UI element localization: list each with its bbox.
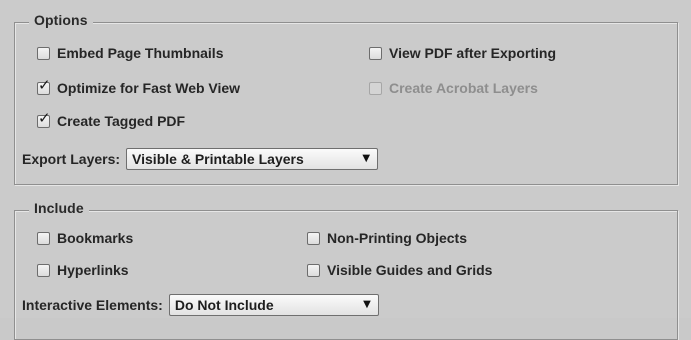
checkbox-label: Hyperlinks	[57, 262, 129, 278]
create-tagged-pdf-checkbox[interactable]: ✓ Create Tagged PDF	[37, 110, 186, 129]
dropdown-arrow-icon: ▼	[363, 299, 371, 310]
pdf-export-options-panel: Options Embed Page Thumbnails ✓ Optimize…	[0, 0, 691, 340]
create-acrobat-layers-checkbox: Create Acrobat Layers	[369, 80, 538, 96]
dropdown-arrow-icon: ▼	[362, 153, 371, 164]
options-group: Options Embed Page Thumbnails ✓ Optimize…	[14, 12, 678, 185]
interactive-elements-label: Interactive Elements:	[22, 297, 163, 313]
checkbox-box[interactable]	[369, 46, 382, 60]
checkbox-box[interactable]	[37, 46, 50, 60]
interactive-elements-field: Interactive Elements: Do Not Include ▼	[22, 294, 379, 316]
checkbox-box[interactable]	[307, 231, 320, 245]
checkbox-box[interactable]: ✓	[37, 110, 51, 128]
checkbox-label: Visible Guides and Grids	[327, 262, 493, 278]
export-layers-dropdown[interactable]: Visible & Printable Layers ▼	[126, 148, 379, 170]
checkbox-box	[369, 81, 382, 95]
export-layers-field: Export Layers: Visible & Printable Layer…	[22, 148, 379, 170]
checkmark-icon: ✓	[38, 75, 51, 94]
hyperlinks-checkbox[interactable]: Hyperlinks	[37, 262, 129, 278]
non-printing-objects-checkbox[interactable]: Non-Printing Objects	[307, 230, 467, 246]
optimize-fast-web-view-checkbox[interactable]: ✓ Optimize for Fast Web View	[37, 77, 241, 96]
visible-guides-grids-checkbox[interactable]: Visible Guides and Grids	[307, 262, 492, 278]
interactive-elements-dropdown[interactable]: Do Not Include ▼	[168, 294, 379, 316]
dropdown-value: Do Not Include	[174, 297, 274, 313]
checkbox-label: Non-Printing Objects	[327, 230, 467, 246]
include-legend: Include	[29, 200, 89, 216]
embed-page-thumbnails-checkbox[interactable]: Embed Page Thumbnails	[37, 45, 223, 61]
dropdown-value: Visible & Printable Layers	[132, 151, 304, 167]
checkbox-box[interactable]	[37, 231, 50, 245]
checkbox-label: Optimize for Fast Web View	[57, 80, 241, 96]
checkbox-label: View PDF after Exporting	[389, 45, 556, 61]
bookmarks-checkbox[interactable]: Bookmarks	[37, 230, 133, 246]
checkbox-label: Create Tagged PDF	[57, 113, 186, 129]
checkbox-label: Create Acrobat Layers	[389, 80, 538, 96]
checkbox-box[interactable]	[37, 263, 50, 277]
checkbox-box[interactable]	[307, 263, 320, 277]
checkbox-label: Embed Page Thumbnails	[57, 45, 224, 61]
view-pdf-after-exporting-checkbox[interactable]: View PDF after Exporting	[369, 45, 556, 61]
checkbox-label: Bookmarks	[57, 230, 134, 246]
options-legend: Options	[29, 12, 93, 28]
export-layers-label: Export Layers:	[22, 151, 121, 167]
include-group: Include Bookmarks Hyperlinks Non-Printin…	[14, 200, 678, 340]
checkmark-icon: ✓	[38, 108, 51, 127]
checkbox-box[interactable]: ✓	[37, 77, 51, 95]
